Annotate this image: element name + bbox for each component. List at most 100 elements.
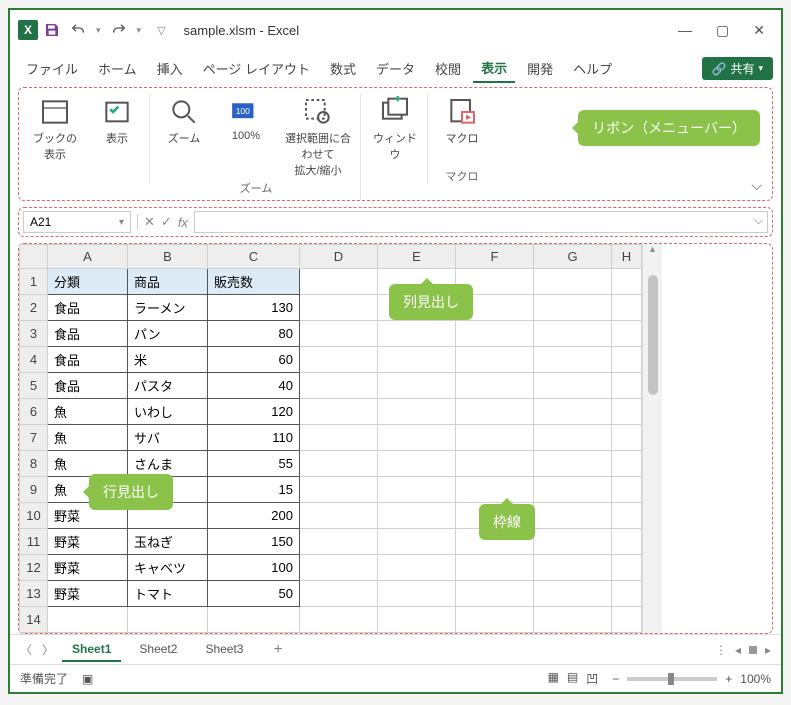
cell[interactable]: 食品 bbox=[48, 347, 128, 373]
sheet-tab[interactable]: Sheet1 bbox=[62, 638, 121, 662]
cell[interactable] bbox=[300, 581, 378, 607]
spreadsheet-grid[interactable]: A B C D E F G H 1 分類 商品 販売数 2 食品 ラーメ bbox=[19, 244, 642, 633]
undo-dropdown-icon[interactable]: ▾ bbox=[96, 25, 101, 36]
cell[interactable] bbox=[456, 477, 534, 503]
name-box[interactable]: A21 ▾ bbox=[23, 211, 131, 233]
tab-home[interactable]: ホーム bbox=[90, 55, 145, 82]
cell[interactable] bbox=[456, 555, 534, 581]
row-header[interactable]: 6 bbox=[20, 399, 48, 425]
next-sheet-icon[interactable]: 〉 bbox=[42, 641, 54, 658]
cell[interactable] bbox=[300, 607, 378, 633]
cell[interactable] bbox=[300, 477, 378, 503]
cell[interactable] bbox=[300, 347, 378, 373]
tab-review[interactable]: 校閲 bbox=[427, 55, 469, 82]
zoom-out-button[interactable]: − bbox=[612, 672, 619, 686]
cell[interactable] bbox=[456, 607, 534, 633]
cell[interactable] bbox=[612, 295, 642, 321]
row-header[interactable]: 12 bbox=[20, 555, 48, 581]
zoom-selection-button[interactable]: 選択範囲に合わせて 拡大/縮小 bbox=[282, 98, 354, 178]
cell[interactable] bbox=[378, 477, 456, 503]
hscroll-left-icon[interactable]: ◂ bbox=[735, 643, 741, 657]
cell[interactable] bbox=[456, 425, 534, 451]
cell[interactable] bbox=[456, 451, 534, 477]
cell[interactable] bbox=[300, 321, 378, 347]
column-header[interactable]: E bbox=[378, 245, 456, 269]
cell[interactable]: 野菜 bbox=[48, 555, 128, 581]
qat-customize-icon[interactable]: ▽ bbox=[157, 24, 165, 37]
redo-icon[interactable] bbox=[111, 22, 127, 38]
hscroll-caret-icon[interactable]: ⋮ bbox=[715, 643, 727, 657]
sheet-tab[interactable]: Sheet3 bbox=[195, 638, 253, 662]
page-break-view-icon[interactable]: 凹 bbox=[586, 670, 598, 687]
zoom-in-button[interactable]: + bbox=[725, 672, 732, 686]
save-icon[interactable] bbox=[44, 22, 60, 38]
cell[interactable]: 80 bbox=[208, 321, 300, 347]
fx-icon[interactable]: fx bbox=[178, 215, 188, 230]
cell[interactable]: 魚 bbox=[48, 451, 128, 477]
add-sheet-button[interactable]: + bbox=[261, 641, 294, 659]
cell[interactable]: 50 bbox=[208, 581, 300, 607]
cell[interactable] bbox=[300, 529, 378, 555]
cell[interactable] bbox=[456, 347, 534, 373]
cell[interactable] bbox=[534, 399, 612, 425]
cell[interactable] bbox=[612, 451, 642, 477]
macro-recorder-icon[interactable]: ▣ bbox=[82, 672, 93, 686]
cell[interactable] bbox=[378, 503, 456, 529]
cell[interactable] bbox=[378, 451, 456, 477]
redo-dropdown-icon[interactable]: ▾ bbox=[137, 25, 142, 36]
cell[interactable] bbox=[534, 581, 612, 607]
cell[interactable] bbox=[612, 555, 642, 581]
scroll-up-icon[interactable]: ▴ bbox=[643, 244, 662, 255]
tab-data[interactable]: データ bbox=[368, 55, 423, 82]
cell[interactable] bbox=[612, 581, 642, 607]
column-header[interactable]: B bbox=[128, 245, 208, 269]
cell[interactable] bbox=[208, 607, 300, 633]
tab-file[interactable]: ファイル bbox=[18, 55, 86, 82]
cell[interactable] bbox=[378, 347, 456, 373]
cell[interactable] bbox=[534, 347, 612, 373]
column-header[interactable]: D bbox=[300, 245, 378, 269]
cell[interactable]: 食品 bbox=[48, 373, 128, 399]
cell[interactable] bbox=[534, 477, 612, 503]
page-layout-view-icon[interactable]: ▤ bbox=[567, 670, 578, 687]
tab-view[interactable]: 表示 bbox=[473, 54, 515, 83]
tab-insert[interactable]: 挿入 bbox=[149, 55, 191, 82]
tab-help[interactable]: ヘルプ bbox=[565, 55, 620, 82]
cell[interactable]: キャベツ bbox=[128, 555, 208, 581]
column-header[interactable]: C bbox=[208, 245, 300, 269]
undo-icon[interactable] bbox=[70, 22, 86, 38]
cell[interactable] bbox=[300, 399, 378, 425]
column-header[interactable]: F bbox=[456, 245, 534, 269]
cell[interactable] bbox=[534, 503, 612, 529]
cell[interactable]: 分類 bbox=[48, 269, 128, 295]
zoom-slider[interactable] bbox=[627, 677, 717, 681]
cell[interactable] bbox=[612, 477, 642, 503]
cell[interactable]: ラーメン bbox=[128, 295, 208, 321]
tab-page-layout[interactable]: ページ レイアウト bbox=[195, 55, 318, 82]
zoom-100-button[interactable]: 100 100% bbox=[220, 98, 272, 142]
formula-input[interactable]: ⌵ bbox=[194, 211, 768, 233]
cell[interactable] bbox=[534, 451, 612, 477]
cell[interactable] bbox=[534, 295, 612, 321]
cell[interactable] bbox=[612, 529, 642, 555]
tab-formulas[interactable]: 数式 bbox=[322, 55, 364, 82]
cell[interactable]: 200 bbox=[208, 503, 300, 529]
cell[interactable]: 120 bbox=[208, 399, 300, 425]
cell[interactable] bbox=[300, 373, 378, 399]
column-header[interactable]: G bbox=[534, 245, 612, 269]
cell[interactable]: トマト bbox=[128, 581, 208, 607]
row-header[interactable]: 14 bbox=[20, 607, 48, 633]
cell[interactable] bbox=[456, 581, 534, 607]
show-button[interactable]: 表示 bbox=[91, 98, 143, 146]
cell[interactable]: 150 bbox=[208, 529, 300, 555]
close-button[interactable]: ✕ bbox=[753, 22, 765, 39]
hscroll-right-icon[interactable]: ▸ bbox=[765, 643, 771, 657]
cell[interactable] bbox=[378, 555, 456, 581]
cell[interactable] bbox=[300, 503, 378, 529]
cell[interactable]: さんま bbox=[128, 451, 208, 477]
cell[interactable] bbox=[612, 269, 642, 295]
cell[interactable] bbox=[300, 555, 378, 581]
share-button[interactable]: 🔗 共有 ▾ bbox=[702, 57, 774, 80]
ribbon-collapse-icon[interactable]: ⌵ bbox=[751, 177, 762, 194]
cell[interactable]: いわし bbox=[128, 399, 208, 425]
